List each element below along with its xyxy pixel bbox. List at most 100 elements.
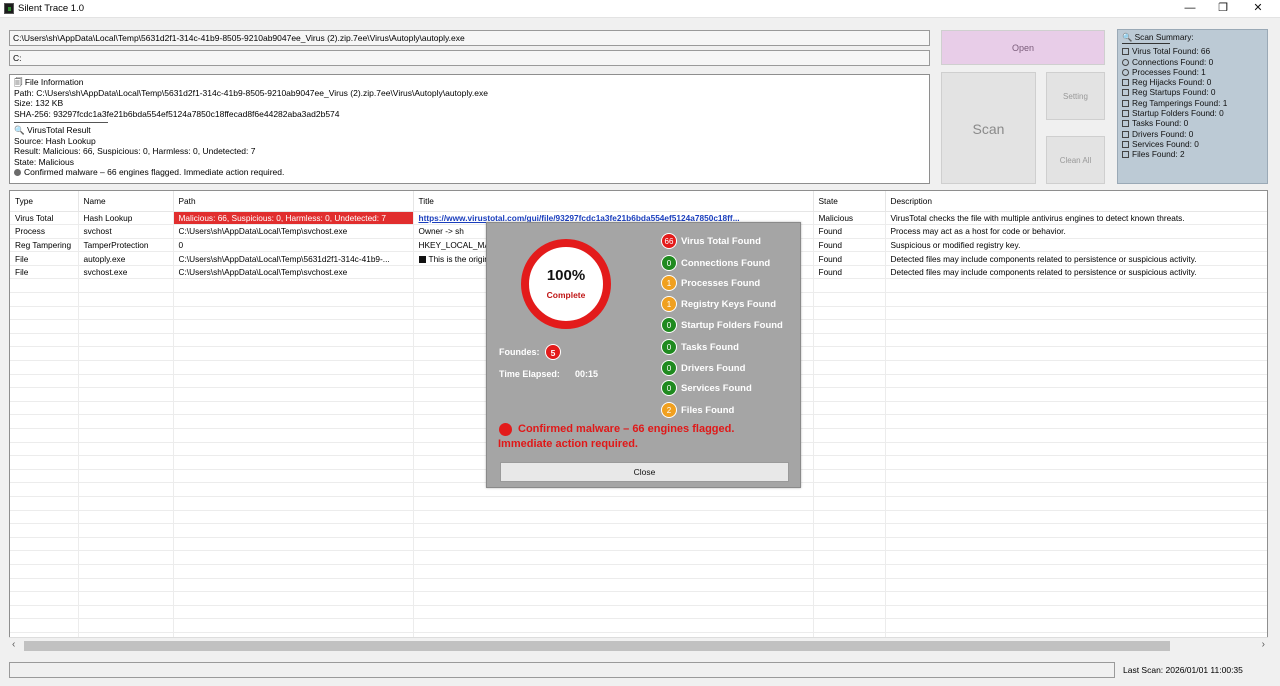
empty-cell (813, 537, 886, 552)
empty-cell (173, 374, 414, 389)
stat-drivers: 0 Drivers Found (661, 360, 745, 376)
horizontal-scrollbar[interactable]: ‹ › (9, 637, 1268, 653)
maximize-button[interactable]: ❐ (1205, 0, 1241, 18)
empty-cell (813, 292, 886, 307)
empty-cell (10, 605, 79, 620)
count-badge: 0 (661, 255, 677, 271)
empty-cell (413, 496, 814, 511)
empty-cell (10, 346, 79, 362)
column-header-type[interactable]: Type (10, 191, 79, 212)
empty-cell (10, 306, 79, 321)
empty-cell (78, 578, 174, 593)
cell-state: Found (813, 251, 886, 266)
founds-label: Foundes: (499, 347, 540, 357)
empty-cell (78, 618, 174, 633)
empty-cell (885, 278, 1267, 294)
empty-cell (173, 455, 414, 470)
column-header-path[interactable]: Path (173, 191, 414, 212)
cell-state: Found (813, 224, 886, 239)
empty-cell (10, 482, 79, 497)
column-header-name[interactable]: Name (78, 191, 174, 212)
column-header-description[interactable]: Description (885, 191, 1267, 212)
vt-result: Result: Malicious: 66, Suspicious: 0, Ha… (14, 146, 256, 156)
scroll-left-icon[interactable]: ‹ (12, 639, 15, 650)
progress-complete-label: Complete (546, 290, 586, 300)
empty-cell (10, 387, 79, 402)
empty-cell (813, 482, 886, 497)
empty-cell (813, 510, 886, 525)
stat-label: Drivers Found (681, 362, 746, 374)
empty-cell (885, 374, 1267, 389)
empty-cell (78, 346, 174, 362)
empty-cell (173, 591, 414, 606)
stat-files: 2 Files Found (661, 402, 734, 418)
empty-cell (10, 401, 79, 416)
divider (1122, 43, 1170, 45)
summary-item: Services Found: 0 (1122, 139, 1263, 149)
scrollbar-thumb[interactable] (24, 641, 1170, 651)
cell-state: Found (813, 265, 886, 280)
empty-cell (78, 401, 174, 416)
file-path-input[interactable]: C:\Users\sh\AppData\Local\Temp\5631d2f1-… (9, 30, 930, 46)
empty-cell (885, 591, 1267, 606)
empty-cell (813, 496, 886, 511)
empty-cell (78, 469, 174, 484)
empty-cell (885, 333, 1267, 348)
count-badge: 2 (661, 402, 677, 418)
empty-cell (10, 510, 79, 525)
empty-cell (78, 510, 174, 525)
clean-all-button[interactable]: Clean All (1046, 136, 1105, 184)
empty-cell (78, 374, 174, 389)
count-badge: 1 (661, 296, 677, 312)
empty-cell (10, 414, 79, 429)
vt-verdict: Confirmed malware – 66 engines flagged. … (14, 167, 925, 178)
empty-cell (173, 550, 414, 565)
empty-cell (813, 360, 886, 375)
empty-cell (813, 605, 886, 620)
setting-button[interactable]: Setting (1046, 72, 1105, 120)
empty-cell (10, 550, 79, 565)
empty-cell (10, 278, 79, 294)
empty-cell (813, 387, 886, 402)
empty-cell (813, 591, 886, 606)
cell-name: TamperProtection (78, 238, 174, 253)
stat-connections: 0 Connections Found (661, 255, 770, 271)
column-header-state[interactable]: State (813, 191, 886, 212)
column-header-title[interactable]: Title (413, 191, 814, 212)
count-badge: 66 (661, 233, 677, 249)
cell-name: svchost (78, 224, 174, 239)
empty-cell (173, 292, 414, 307)
summary-item: Files Found: 2 (1122, 149, 1263, 159)
close-dialog-button[interactable]: Close (500, 462, 789, 482)
empty-cell (173, 333, 414, 348)
empty-cell (78, 306, 174, 321)
cell-state: Malicious (813, 211, 886, 226)
empty-cell (78, 455, 174, 470)
minimize-button[interactable]: — (1172, 0, 1208, 18)
cell-path: C:\Users\sh\AppData\Local\Temp\svchost.e… (173, 224, 414, 239)
empty-cell (413, 618, 814, 633)
empty-cell (813, 333, 886, 348)
stat-label: Startup Folders Found (681, 319, 783, 331)
empty-cell (78, 278, 174, 294)
empty-cell (813, 442, 886, 457)
cell-description: Process may act as a host for code or be… (885, 224, 1267, 239)
stat-label: Connections Found (681, 257, 771, 269)
stat-tasks: 0 Tasks Found (661, 339, 739, 355)
empty-cell (78, 414, 174, 429)
time-elapsed-value: 00:15 (575, 369, 599, 379)
open-button[interactable]: Open (941, 30, 1105, 65)
empty-cell (173, 442, 414, 457)
alert-message: Confirmed malware – 66 engines flagged. … (498, 423, 735, 450)
cell-description: Detected files may include components re… (885, 251, 1267, 266)
drive-input[interactable]: C: (9, 50, 930, 66)
empty-cell (813, 374, 886, 389)
scroll-right-icon[interactable]: › (1262, 639, 1265, 650)
service-icon (1122, 140, 1129, 148)
close-window-button[interactable]: ✕ (1240, 0, 1276, 18)
empty-cell (813, 306, 886, 321)
empty-cell (78, 442, 174, 457)
empty-cell (10, 564, 79, 579)
empty-row (10, 537, 1267, 552)
scan-button[interactable]: Scan (941, 72, 1036, 184)
